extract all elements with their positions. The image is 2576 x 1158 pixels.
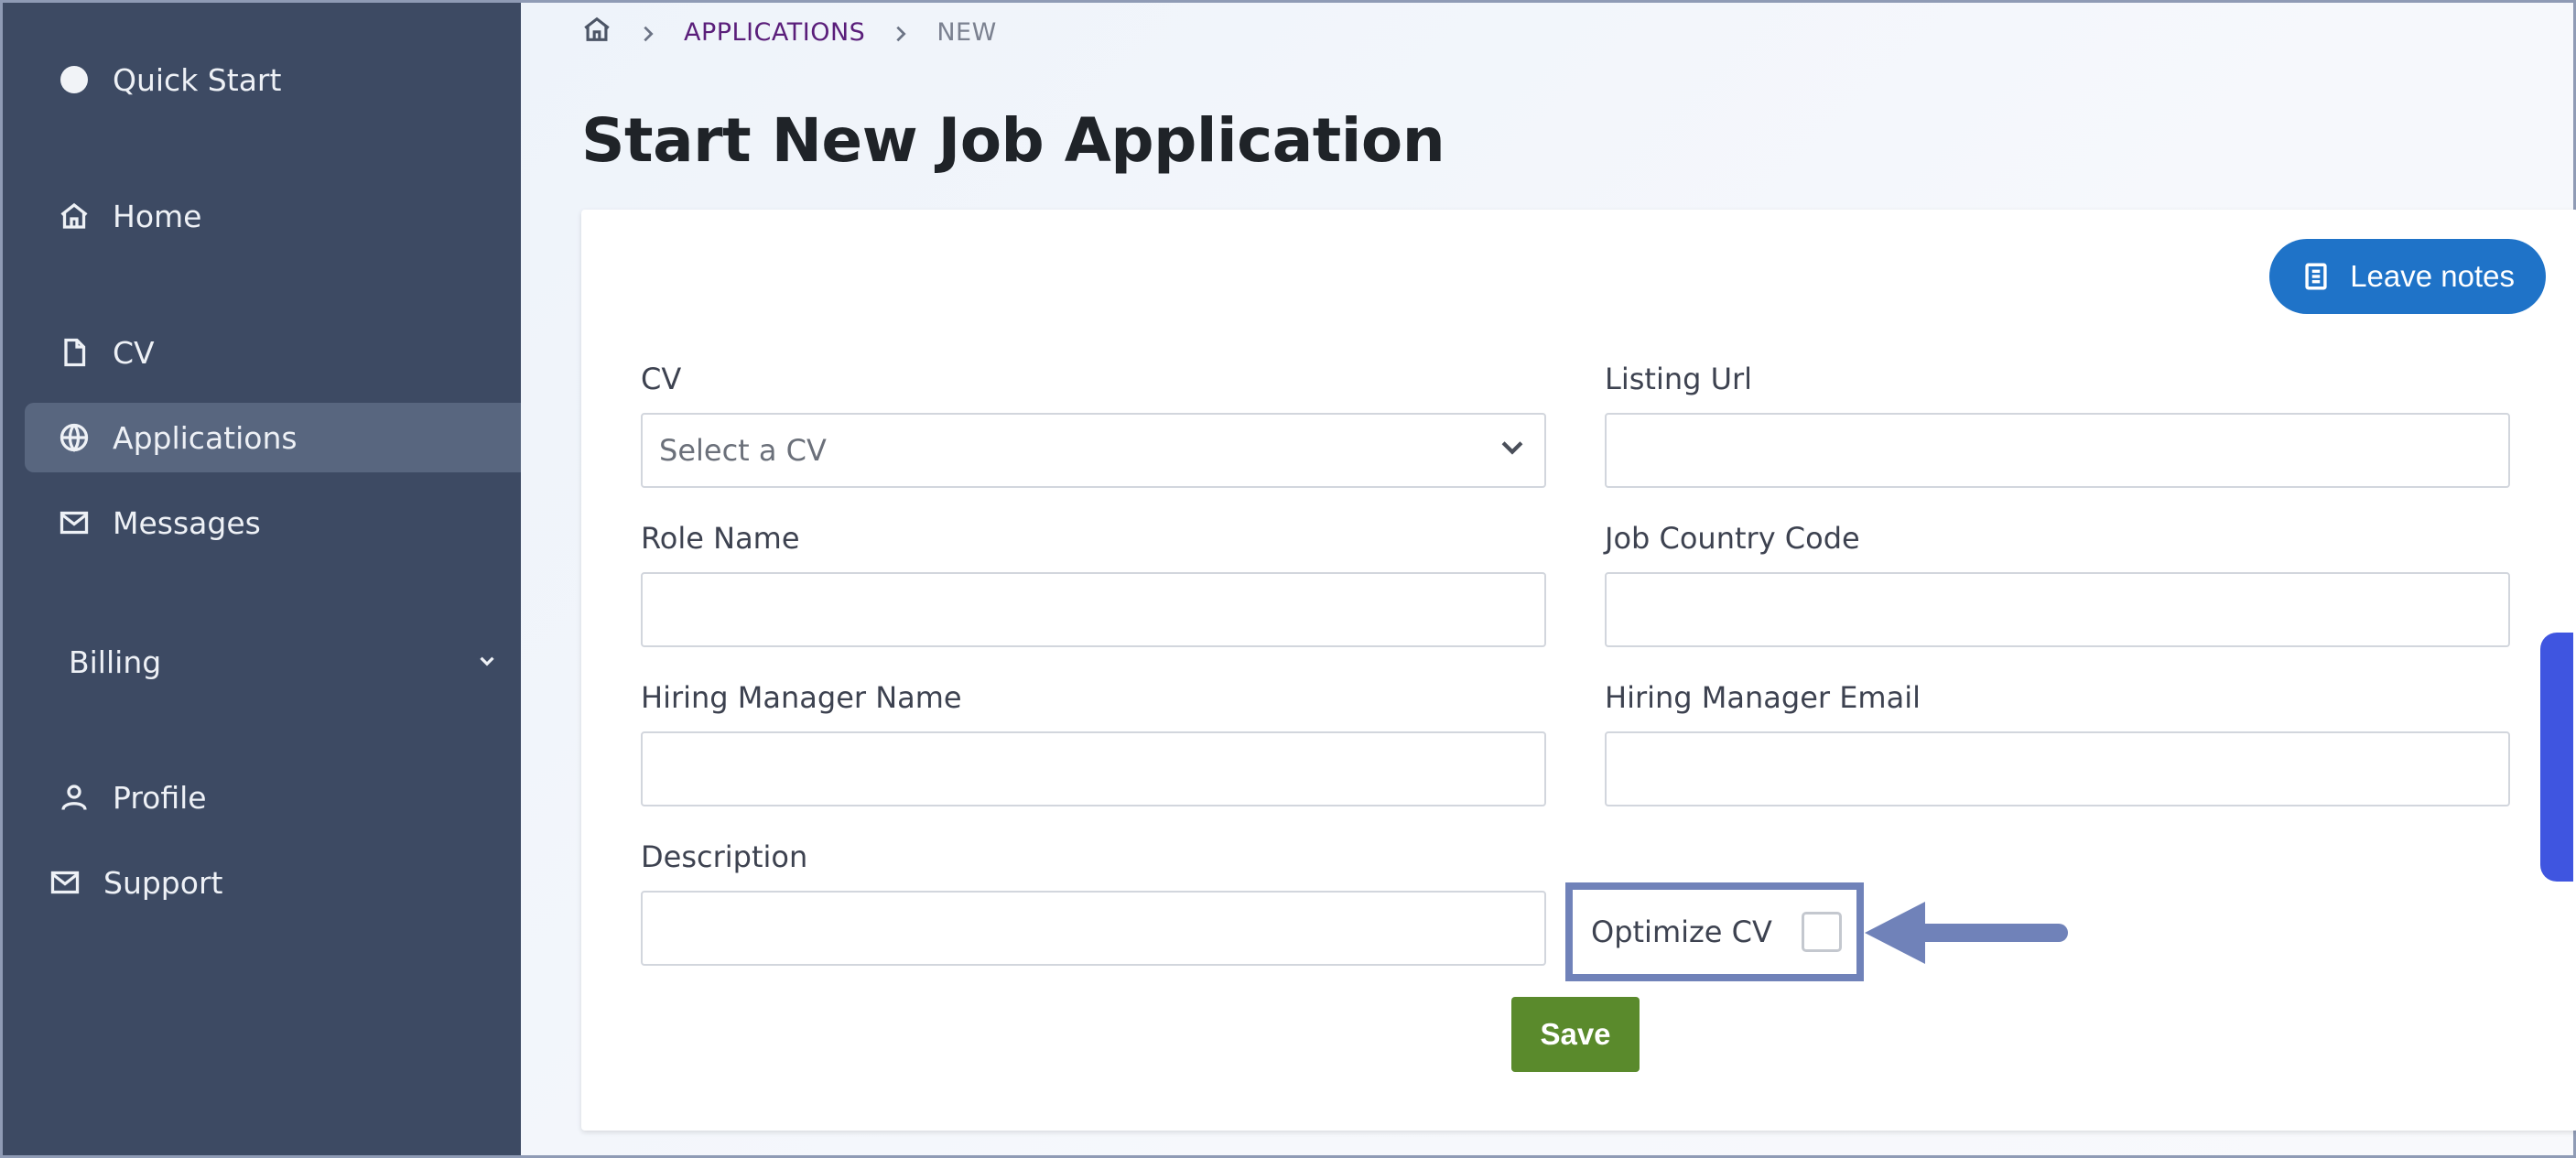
billing-label: Billing: [69, 644, 162, 680]
optimize-cv-checkbox[interactable]: [1801, 912, 1842, 952]
job-country-code-input[interactable]: [1605, 572, 2510, 647]
sidebar-item-label: Profile: [113, 779, 207, 816]
sidebar-item-profile[interactable]: Profile: [25, 763, 521, 832]
hiring-manager-email-input[interactable]: [1605, 731, 2510, 806]
sidebar-item-label: Applications: [113, 419, 298, 456]
globe-icon: [56, 419, 92, 456]
side-feedback-tab[interactable]: [2540, 633, 2573, 882]
role-name-input[interactable]: [641, 572, 1546, 647]
sidebar-item-support[interactable]: Support: [16, 848, 512, 917]
hiring-manager-name-label: Hiring Manager Name: [641, 680, 962, 715]
sidebar-item-label: Quick Start: [113, 61, 282, 98]
leave-notes-button[interactable]: Leave notes: [2269, 239, 2546, 314]
cv-label: CV: [641, 362, 682, 396]
description-label: Description: [641, 839, 808, 874]
listing-url-input[interactable]: [1605, 413, 2510, 488]
sidebar-item-label: Messages: [113, 504, 261, 541]
page-title: Start New Job Application: [581, 105, 1445, 176]
hiring-manager-name-input[interactable]: [641, 731, 1546, 806]
sidebar-item-applications[interactable]: Applications: [25, 403, 521, 472]
sidebar-item-home[interactable]: Home: [25, 181, 521, 251]
listing-url-label: Listing Url: [1605, 362, 1753, 396]
sidebar-billing-toggle[interactable]: Billing: [69, 627, 499, 697]
optimize-cv-label: Optimize CV: [1591, 914, 1772, 949]
mail-icon: [56, 504, 92, 541]
save-button[interactable]: Save: [1511, 997, 1640, 1072]
role-name-label: Role Name: [641, 521, 800, 556]
chevron-right-icon: [891, 22, 911, 42]
sidebar-item-quick-start[interactable]: Quick Start: [25, 45, 521, 114]
cv-select[interactable]: Select a CV: [641, 413, 1546, 488]
cv-select-value: Select a CV: [659, 433, 827, 468]
circle-dot-icon: [56, 61, 92, 98]
user-icon: [56, 779, 92, 816]
breadcrumb-applications-link[interactable]: APPLICATIONS: [684, 18, 865, 47]
leave-notes-label: Leave notes: [2350, 259, 2515, 293]
application-form-card: Leave notes CV Select a CV Listing Url R…: [581, 210, 2576, 1131]
chevron-down-icon: [475, 644, 499, 680]
breadcrumb: APPLICATIONS NEW: [581, 14, 997, 50]
main-content: APPLICATIONS NEW Start New Job Applicati…: [521, 3, 2576, 1155]
notebook-icon: [2305, 263, 2327, 290]
optimize-cv-highlight: Optimize CV: [1565, 882, 1864, 981]
sidebar-item-label: Home: [113, 198, 202, 234]
chevron-right-icon: [638, 22, 658, 42]
mail-icon: [47, 864, 83, 901]
job-country-code-label: Job Country Code: [1605, 521, 1860, 556]
sidebar-item-cv[interactable]: CV: [25, 318, 521, 387]
document-icon: [56, 334, 92, 371]
arrow-left-icon: [1865, 902, 2068, 964]
description-input[interactable]: [641, 891, 1546, 966]
sidebar-item-messages[interactable]: Messages: [25, 488, 521, 557]
home-icon: [56, 198, 92, 234]
sidebar: Quick Start Home CV Applications Message…: [3, 3, 521, 1155]
hiring-manager-email-label: Hiring Manager Email: [1605, 680, 1921, 715]
chevron-down-icon: [1497, 431, 1528, 470]
sidebar-item-label: CV: [113, 334, 155, 371]
breadcrumb-current: NEW: [936, 17, 997, 47]
home-icon[interactable]: [581, 14, 612, 51]
sidebar-item-label: Support: [103, 864, 223, 901]
